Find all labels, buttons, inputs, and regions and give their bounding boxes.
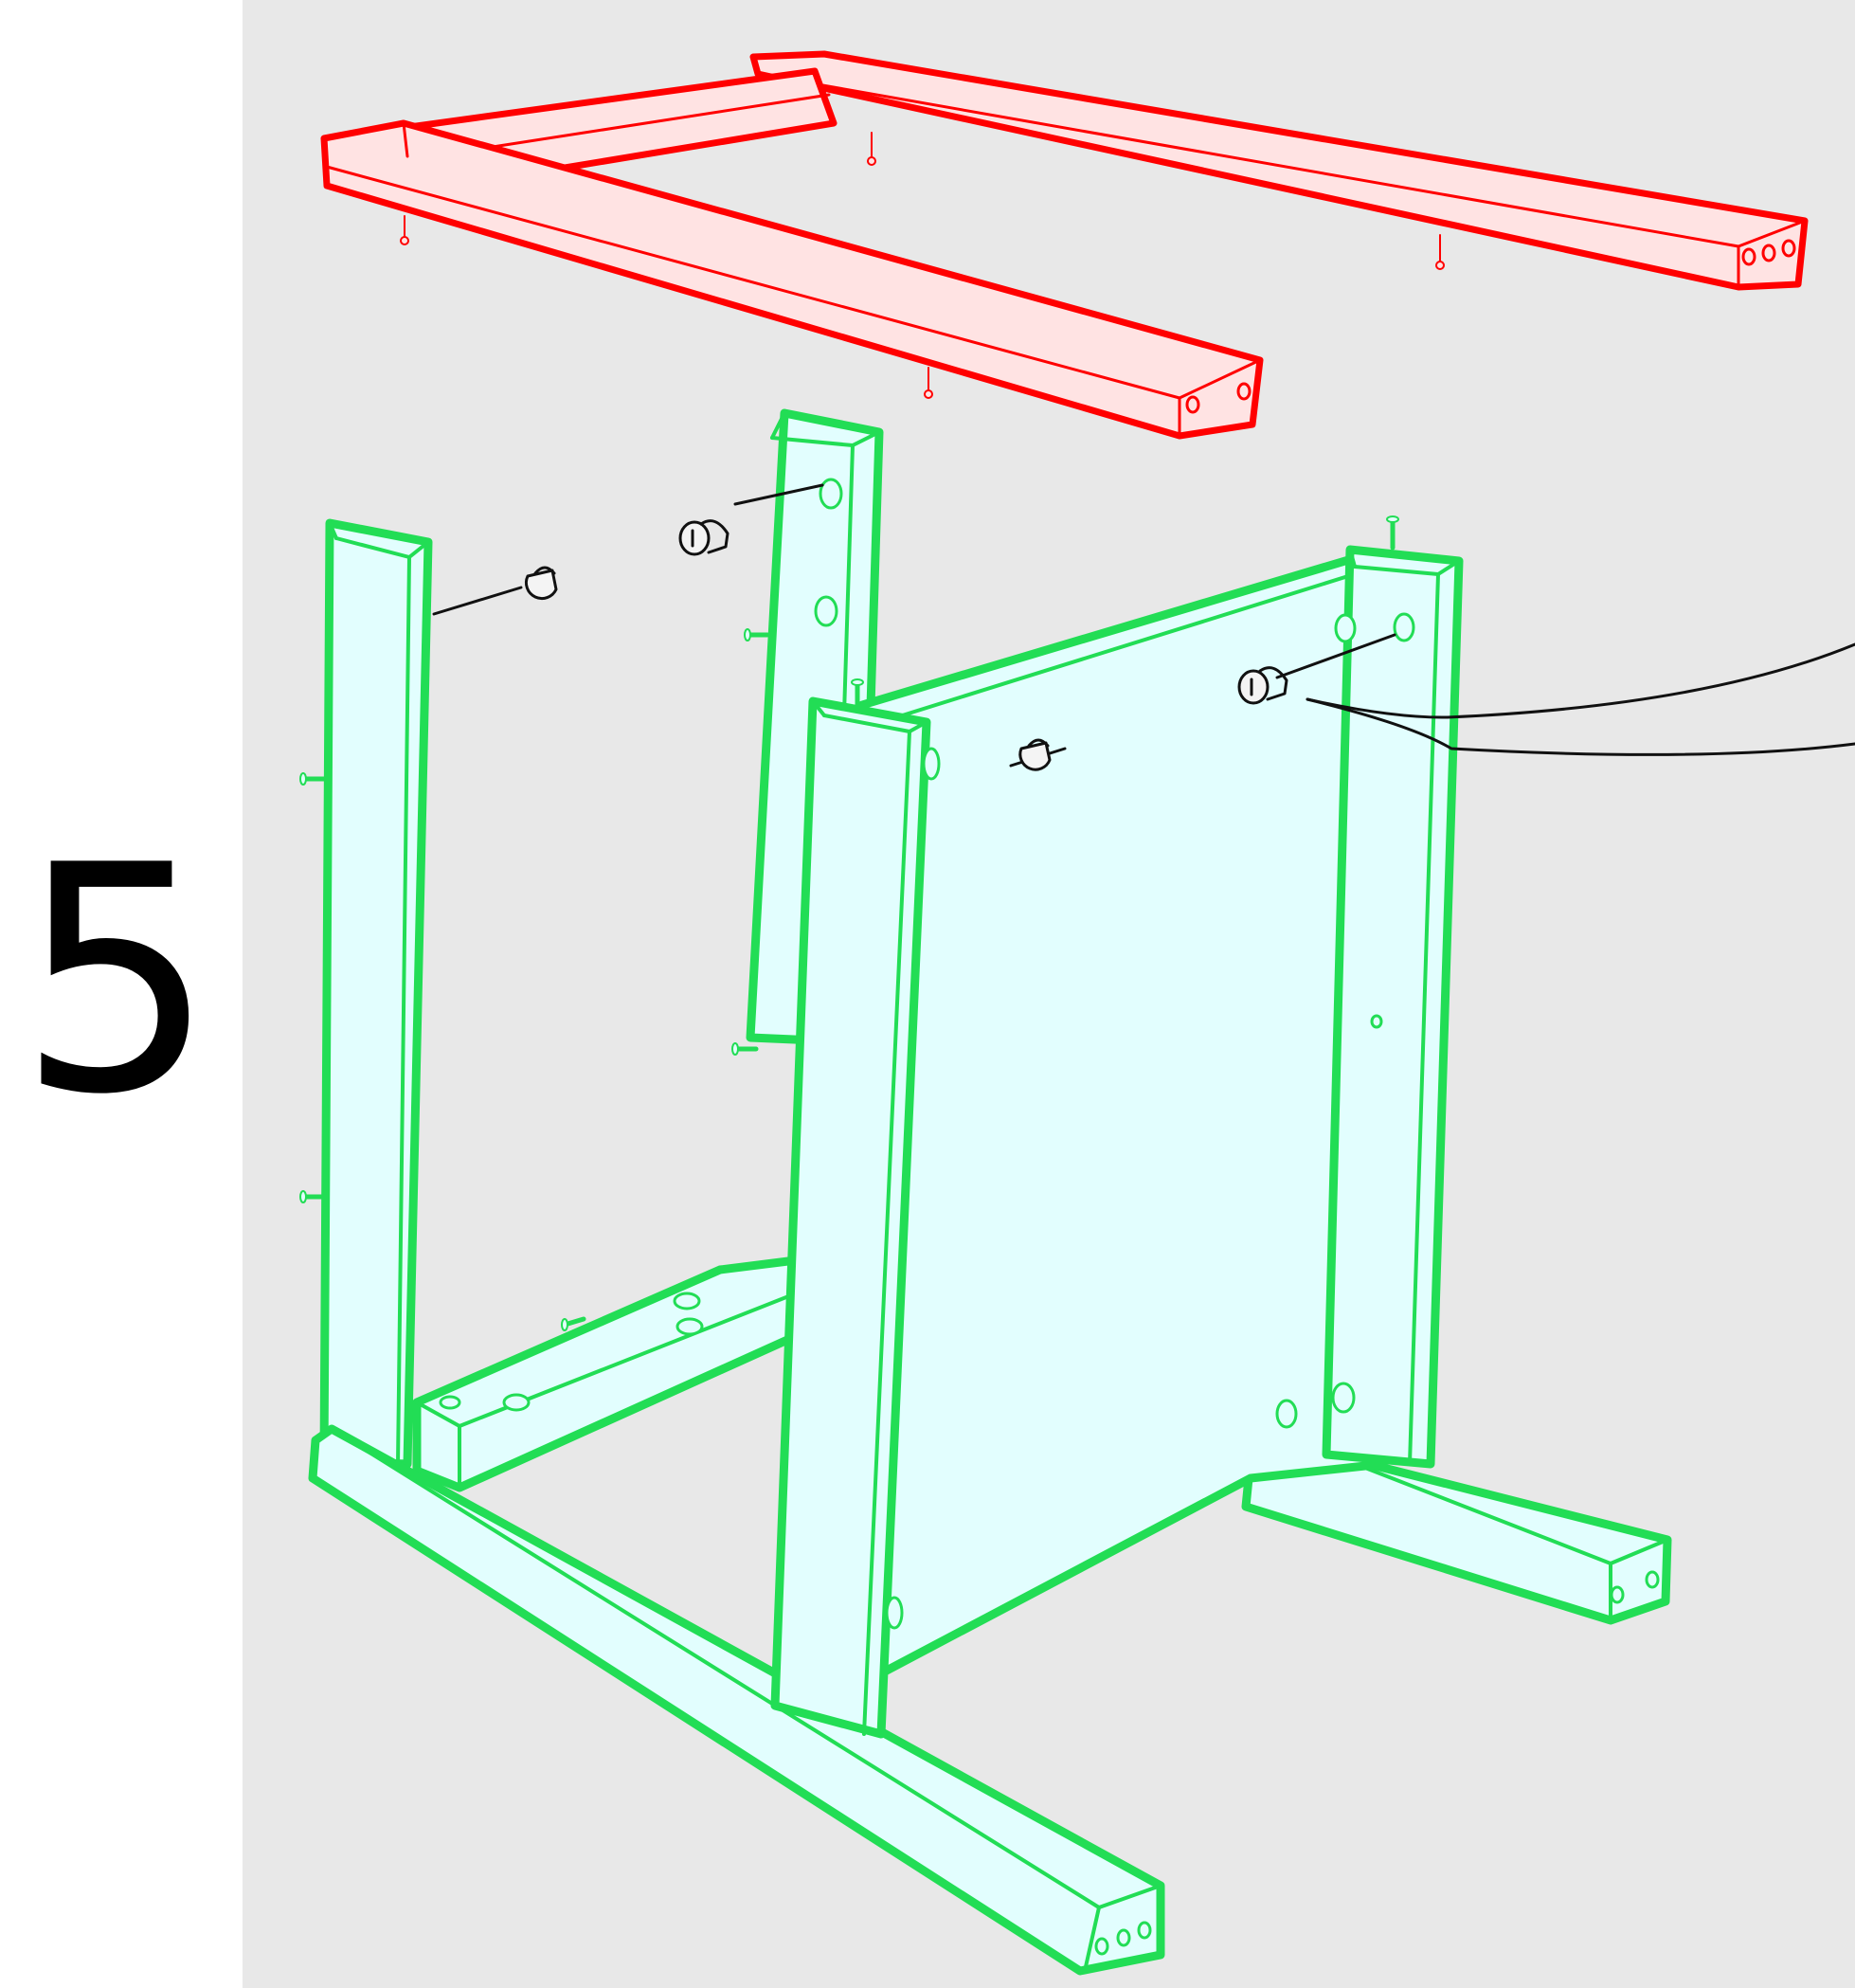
right-leg (1322, 545, 1464, 1469)
left-leg (319, 518, 433, 1469)
panel-hole (1331, 1382, 1356, 1414)
left-foot-end-hole (1094, 1937, 1109, 1956)
top-frame-pin (867, 132, 876, 166)
step-number: 5 (17, 799, 216, 1163)
top-frame-pin (400, 215, 409, 245)
top-frame-front-rail (320, 119, 1264, 440)
top-frame-pin (1435, 234, 1445, 270)
left-foot-end-hole (1137, 1921, 1152, 1940)
right-foot-end-hole (1645, 1570, 1660, 1589)
leg-hole (819, 478, 843, 510)
top-front-end-hole (1236, 382, 1252, 401)
right-foot (1241, 1450, 1672, 1625)
top-back-end-hole (1761, 244, 1776, 262)
panel-hole (1275, 1399, 1298, 1429)
panel-hole (1334, 613, 1357, 643)
panel-hole (922, 747, 941, 781)
dowel-pin (1386, 515, 1399, 551)
base-assembly (299, 408, 1672, 1976)
crossbar-hole (673, 1292, 701, 1310)
dowel-pin (299, 1190, 327, 1203)
top-front-end-hole (1185, 395, 1200, 414)
top-frame (320, 50, 1809, 440)
leg-hole (814, 595, 838, 627)
panel-hole (1393, 612, 1415, 642)
cam-lock-icon (678, 519, 729, 556)
assembly-diagram (299, 50, 1855, 1976)
cam-lock-icon (524, 566, 558, 601)
panel-hole (885, 1596, 904, 1630)
crossbar-hole (502, 1393, 531, 1412)
diagram-canvas (243, 0, 1855, 1988)
top-back-end-hole (1781, 239, 1796, 258)
crossbar-hole (675, 1317, 704, 1336)
panel-hole (1370, 1014, 1383, 1029)
right-foot-end-hole (1610, 1585, 1625, 1604)
top-frame-back-rail (749, 50, 1809, 291)
left-foot-end-hole (1116, 1928, 1131, 1947)
top-back-end-hole (1741, 247, 1756, 266)
dowel-pin (731, 1042, 759, 1056)
left-margin: 5 (0, 0, 243, 1988)
dowel-pin (299, 772, 327, 786)
dowel-pin (744, 628, 770, 642)
crossbar-hole (439, 1395, 461, 1410)
back-bottom-crossbar (412, 1256, 801, 1492)
top-frame-pin (924, 367, 933, 399)
